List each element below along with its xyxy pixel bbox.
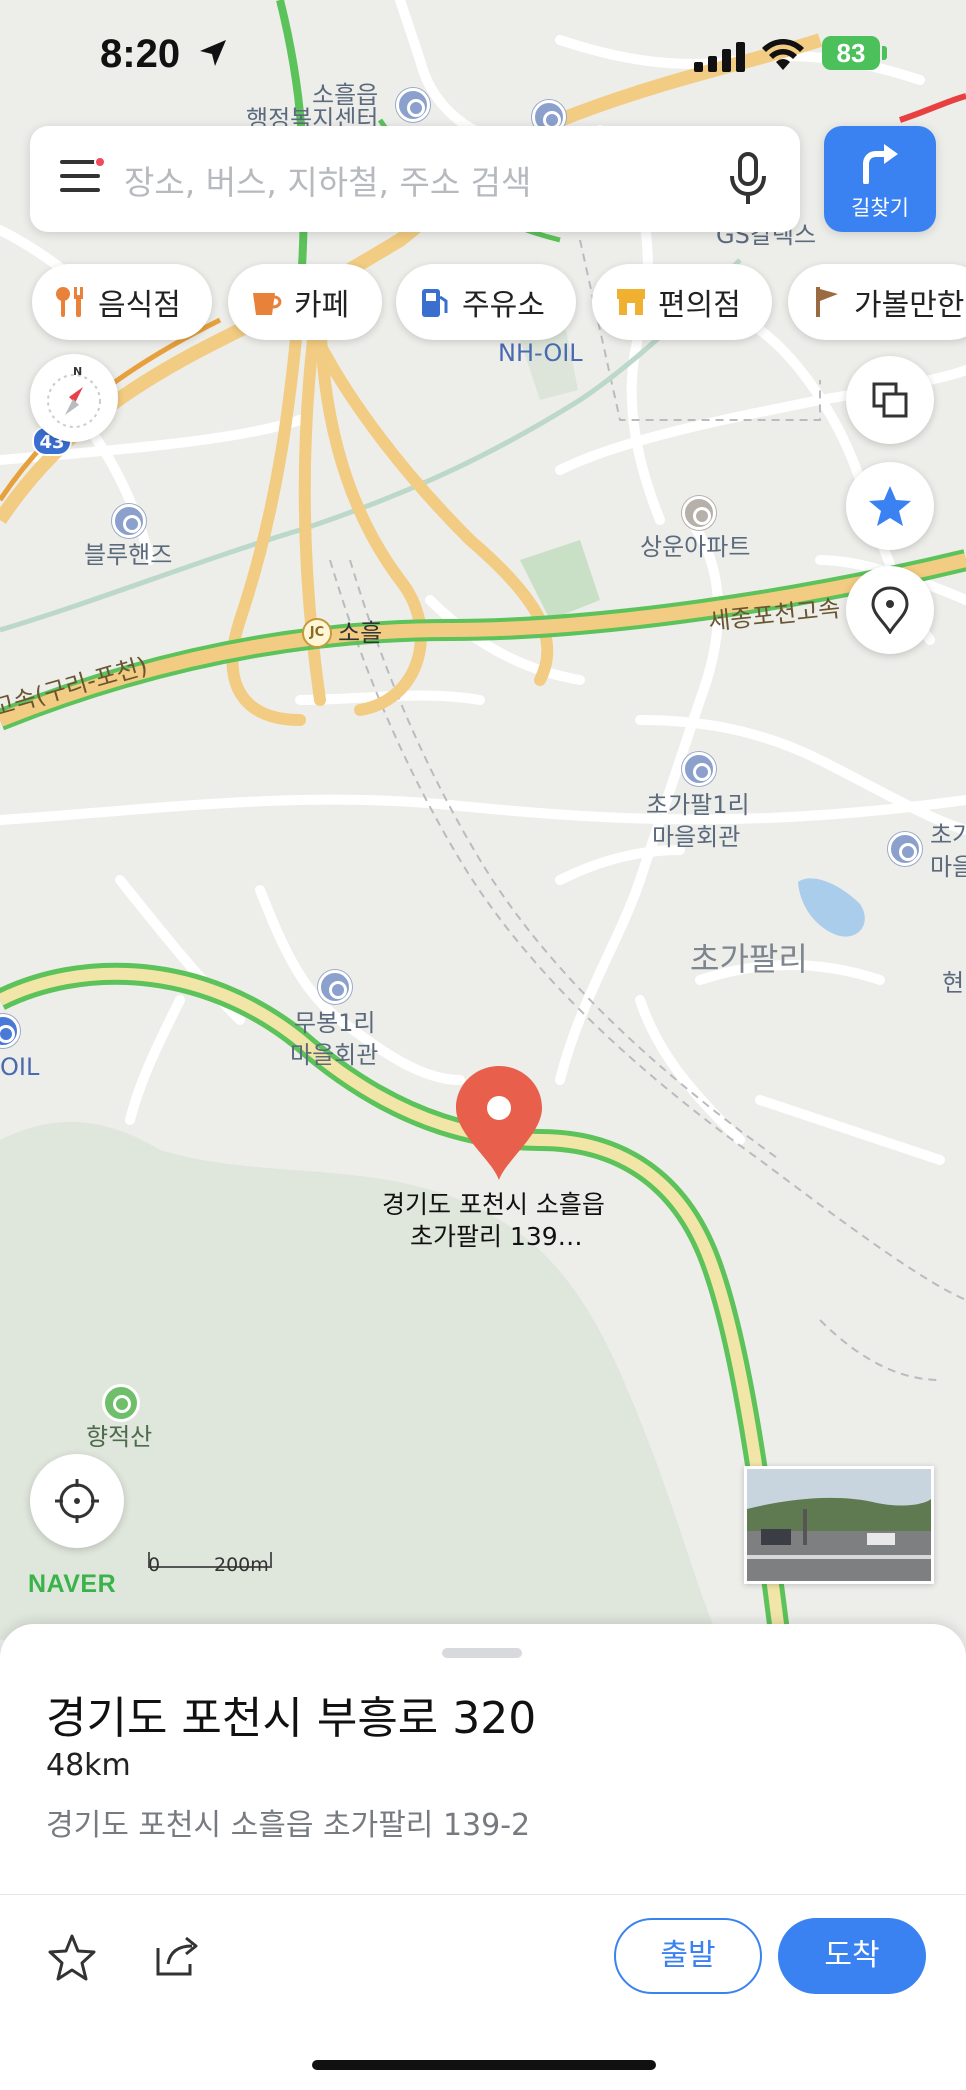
place-title: 경기도 포천시 부흥로 320 xyxy=(46,1693,537,1744)
star-filled-icon xyxy=(869,486,911,526)
arrive-route-button[interactable]: 도착 xyxy=(778,1918,926,1994)
category-chip-restaurant[interactable]: 음식점 xyxy=(32,264,212,340)
sheet-divider xyxy=(0,1894,966,1895)
status-time: 8:20 xyxy=(100,32,181,76)
my-location-button[interactable] xyxy=(30,1454,124,1548)
place-distance: 48km xyxy=(46,1748,131,1783)
map-label-right-edge-2: 마을 xyxy=(930,853,966,881)
junction-badge: JC xyxy=(302,618,332,648)
map-label-hyangjeoksan: 향적산 xyxy=(86,1423,153,1451)
directions-button-label: 길찾기 xyxy=(851,196,909,220)
layers-icon xyxy=(872,382,908,418)
destination-marker-icon[interactable] xyxy=(454,1064,544,1182)
map-pin-icon xyxy=(871,586,909,634)
store-icon xyxy=(614,285,648,319)
coffee-cup-icon xyxy=(250,285,284,319)
cellular-signal-icon xyxy=(694,42,745,72)
scale-distance-label: 200m xyxy=(214,1554,269,1576)
map-label-mubong-1ri: 무봉1리 xyxy=(294,1009,376,1037)
notification-dot-icon xyxy=(94,156,106,168)
category-chip-label: 편의점 xyxy=(658,288,741,323)
crosshair-icon xyxy=(55,1479,99,1523)
battery-level: 83 xyxy=(822,36,880,70)
home-indicator[interactable] xyxy=(312,2060,656,2070)
category-chip-attractions[interactable]: 가볼만한 xyxy=(788,264,966,340)
map-canvas[interactable]: 소흘읍 행정복지센터 GS칼텍스 NH-OIL 블루핸즈 상운아파트 JC 소흘… xyxy=(0,0,966,1640)
category-chip-label: 음식점 xyxy=(98,288,181,323)
svg-text:N: N xyxy=(73,365,82,378)
map-label-right-edge-hyun: 현 xyxy=(942,969,965,997)
village-hall-poi-icon[interactable] xyxy=(682,752,716,786)
place-address: 경기도 포천시 소흘읍 초가팔리 139-2 xyxy=(46,1808,531,1843)
category-chip-convenience-store[interactable]: 편의점 xyxy=(592,264,772,340)
map-label-sohwel-jc: 소흘 xyxy=(338,619,383,647)
category-chip-cafe[interactable]: 카페 xyxy=(228,264,382,340)
flag-icon xyxy=(810,285,844,319)
compass-button[interactable]: N xyxy=(30,354,118,442)
fork-spoon-icon xyxy=(54,285,88,319)
pin-drop-button[interactable] xyxy=(846,566,934,654)
scale-zero-label: 0 xyxy=(148,1554,161,1576)
map-base-layer xyxy=(0,0,966,1640)
directions-button[interactable]: 길찾기 xyxy=(824,126,936,232)
search-bar[interactable]: 장소, 버스, 지하철, 주소 검색 xyxy=(30,126,800,232)
fuel-pump-icon xyxy=(418,285,452,319)
village-hall-east-poi-icon[interactable] xyxy=(888,832,922,866)
naver-logo: NAVER xyxy=(28,1570,117,1598)
street-view-thumbnail[interactable] xyxy=(744,1466,934,1584)
sheet-drag-handle[interactable] xyxy=(442,1648,522,1658)
map-label-right-edge-1: 초가 xyxy=(930,821,966,849)
category-chip-label: 주유소 xyxy=(462,288,545,323)
category-chip-label: 가볼만한 xyxy=(854,288,965,323)
microphone-icon[interactable] xyxy=(728,152,768,206)
map-label-sangun-apt: 상운아파트 xyxy=(640,533,751,561)
favorites-map-button[interactable] xyxy=(846,462,934,550)
map-label-chogapal-1ri: 초가팔1리 xyxy=(646,791,750,819)
category-chip-label: 카페 xyxy=(294,288,350,323)
layers-button[interactable] xyxy=(846,356,934,444)
apartment-poi-icon[interactable] xyxy=(682,496,716,530)
marker-label-line1: 경기도 포천시 소흘읍 xyxy=(382,1190,605,1219)
star-outline-icon[interactable] xyxy=(46,1932,98,1982)
map-label-mubong-hall: 마을회관 xyxy=(290,1041,379,1069)
village-hall-mubong-poi-icon[interactable] xyxy=(318,970,352,1004)
car-repair-poi-icon[interactable] xyxy=(112,504,146,538)
category-chip-gas-station[interactable]: 주유소 xyxy=(396,264,576,340)
wifi-icon xyxy=(762,39,804,70)
map-label-blue-hands: 블루핸즈 xyxy=(84,541,173,569)
street-photo-image xyxy=(747,1469,931,1581)
location-arrow-icon xyxy=(200,40,226,66)
status-bar: 8:20 83 xyxy=(0,0,966,112)
search-input[interactable]: 장소, 버스, 지하철, 주소 검색 xyxy=(124,156,531,204)
map-label-oil-left: OIL xyxy=(0,1053,40,1081)
place-bottom-sheet[interactable]: 경기도 포천시 부흥로 320 48km 경기도 포천시 소흘읍 초가팔리 13… xyxy=(0,1624,966,2090)
compass-icon: N xyxy=(47,365,101,428)
map-label-chogapal-area: 초가팔리 xyxy=(690,940,808,978)
share-icon[interactable] xyxy=(154,1934,202,1978)
battery-tip-icon xyxy=(882,46,887,60)
mountain-poi-icon[interactable] xyxy=(102,1384,140,1422)
turn-arrow-icon xyxy=(863,144,898,184)
start-route-button[interactable]: 출발 xyxy=(614,1918,762,1994)
map-label-chogapal-hall: 마을회관 xyxy=(652,823,741,851)
marker-label-line2: 초가팔리 139… xyxy=(410,1222,583,1251)
map-label-nh-oil: NH-OIL xyxy=(498,339,583,367)
